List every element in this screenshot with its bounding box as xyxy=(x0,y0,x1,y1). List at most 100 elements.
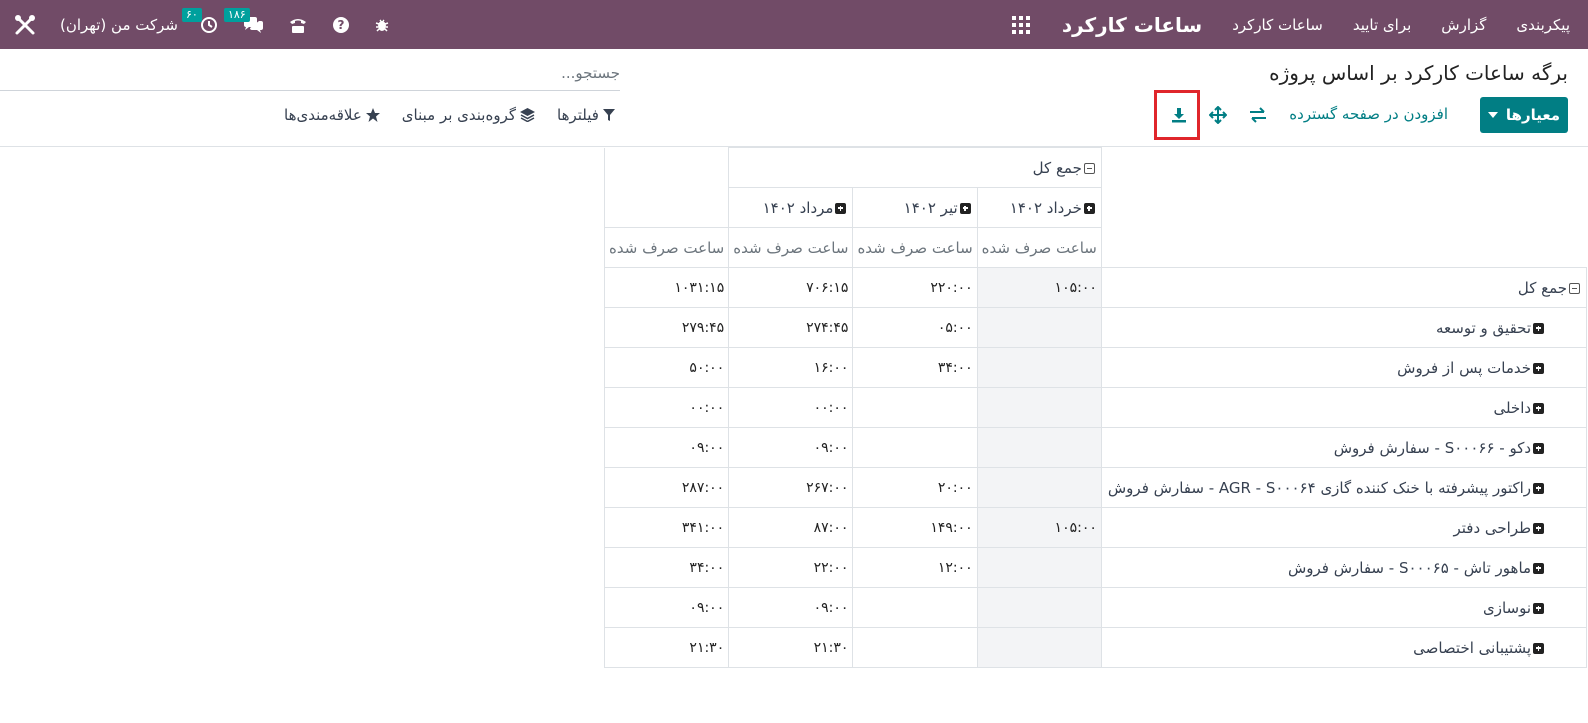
menu-reporting[interactable]: گزارش xyxy=(1441,16,1486,34)
menu-timesheets[interactable]: ساعات کارکرد xyxy=(1232,16,1323,34)
pivot-cell[interactable]: ۵۰:۰۰ xyxy=(603,347,730,388)
flip-axis-button[interactable] xyxy=(1242,99,1274,131)
col-header-month[interactable]: خرداد ۱۴۰۲ xyxy=(976,187,1102,228)
row-header[interactable]: نوسازی xyxy=(1100,587,1588,628)
exchange-icon xyxy=(1250,107,1266,123)
measure-header[interactable]: ساعت صرف شده xyxy=(976,227,1102,268)
row-header[interactable]: داخلی xyxy=(1100,387,1588,428)
row-header-total[interactable]: جمع کل xyxy=(1100,267,1588,308)
expand-icon xyxy=(1533,602,1545,614)
svg-text:?: ? xyxy=(337,18,344,32)
row-header[interactable]: تحقیق و توسعه xyxy=(1100,307,1588,348)
groupby-label: گروه‌بندی بر مبنای xyxy=(401,106,517,124)
pivot-cell[interactable] xyxy=(976,307,1102,348)
pivot-cell[interactable]: ۲۰:۰۰ xyxy=(852,467,978,508)
pivot-cell[interactable] xyxy=(976,427,1102,468)
measure-header[interactable]: ساعت صرف شده xyxy=(728,227,854,268)
measures-button[interactable]: معیارها xyxy=(1480,97,1568,133)
pivot-cell[interactable]: ۲۷۹:۴۵ xyxy=(603,307,730,348)
pivot-cell[interactable] xyxy=(852,627,978,668)
table-row: نوسازی ۰۹:۰۰ ۰۹:۰۰ xyxy=(603,587,1588,628)
filter-icon xyxy=(602,109,615,121)
menu-configuration[interactable]: پیکربندی xyxy=(1516,16,1570,34)
row-header[interactable]: خدمات پس از فروش xyxy=(1100,347,1588,388)
pivot-corner xyxy=(1100,147,1587,268)
row-label: داخلی xyxy=(1493,398,1532,417)
col-header-month[interactable]: تیر ۱۴۰۲ xyxy=(852,187,978,228)
pivot-cell[interactable] xyxy=(852,587,978,628)
pivot-cell[interactable]: ۰۹:۰۰ xyxy=(603,587,730,628)
groupby-toggle[interactable]: گروه‌بندی بر مبنای xyxy=(401,106,536,124)
pivot-cell[interactable]: ۱۶:۰۰ xyxy=(728,347,854,388)
pivot-cell[interactable]: ۲۱:۳۰ xyxy=(728,627,854,668)
pivot-cell[interactable]: ۱۴۹:۰۰ xyxy=(852,507,978,548)
pivot-cell[interactable] xyxy=(976,347,1102,388)
pivot-cell[interactable]: ۱۲:۰۰ xyxy=(852,547,978,588)
help-icon[interactable]: ? xyxy=(332,16,350,34)
expand-all-button[interactable] xyxy=(1202,99,1234,131)
pivot-cell[interactable]: ۲۸۷:۰۰ xyxy=(603,467,730,508)
row-header[interactable]: دکو - S۰۰۰۶۶ - سفارش فروش xyxy=(1100,427,1588,468)
tools-icon[interactable] xyxy=(14,14,36,36)
search-bar[interactable] xyxy=(0,55,620,91)
pivot-cell[interactable]: ۲۲۰:۰۰ xyxy=(852,267,978,308)
pivot-cell[interactable]: ۳۴:۰۰ xyxy=(603,547,730,588)
col-header-month[interactable]: مرداد ۱۴۰۲ xyxy=(728,187,854,228)
arrows-icon xyxy=(1209,106,1227,124)
expand-icon xyxy=(1533,442,1545,454)
expand-icon xyxy=(1533,522,1545,534)
filters-toggle[interactable]: فیلترها xyxy=(557,106,615,124)
pivot-cell[interactable] xyxy=(976,627,1102,668)
menu-to-validate[interactable]: برای تایید xyxy=(1353,16,1411,34)
favorites-toggle[interactable]: علاقه‌مندی‌ها xyxy=(284,106,380,124)
pivot-cell[interactable]: ۸۷:۰۰ xyxy=(728,507,854,548)
pivot-cell[interactable]: ۰۹:۰۰ xyxy=(728,587,854,628)
pivot-cell[interactable] xyxy=(852,427,978,468)
clock-icon[interactable]: ۶۰ xyxy=(181,7,218,34)
pivot-cell[interactable]: ۰۹:۰۰ xyxy=(728,427,854,468)
page-title: برگه ساعات کارکرد بر اساس پروژه xyxy=(1269,61,1568,85)
table-row: داخلی ۰۰:۰۰ ۰۰:۰۰ xyxy=(603,387,1588,428)
measure-header[interactable]: ساعت صرف شده xyxy=(852,227,978,268)
pivot-cell[interactable] xyxy=(976,587,1102,628)
insert-in-spreadsheet-button[interactable]: افزودن در صفحه گسترده xyxy=(1289,105,1448,123)
row-header[interactable]: راکتور پیشرفته با خنک کننده گازی AGR - S… xyxy=(1100,467,1588,508)
pivot-cell[interactable] xyxy=(976,467,1102,508)
pivot-cell[interactable]: ۲۱:۳۰ xyxy=(603,627,730,668)
chat-icon[interactable]: ۱۸۶ xyxy=(223,7,264,34)
pivot-cell[interactable]: ۲۲:۰۰ xyxy=(728,547,854,588)
pivot-cell[interactable]: ۲۶۷:۰۰ xyxy=(728,467,854,508)
col-header-total[interactable]: جمع کل xyxy=(728,147,1102,188)
row-header[interactable]: پشتیبانی اختصاصی xyxy=(1100,627,1588,668)
search-input[interactable] xyxy=(0,55,620,90)
expand-icon xyxy=(1533,362,1545,374)
pivot-cell[interactable] xyxy=(976,547,1102,588)
search-options: فیلترها گروه‌بندی بر مبنای علاقه‌مندی‌ها xyxy=(262,106,615,124)
filters-label: فیلترها xyxy=(557,106,599,124)
pivot-cell[interactable]: ۰۰:۰۰ xyxy=(603,387,730,428)
pivot-cell[interactable]: ۳۴:۰۰ xyxy=(852,347,978,388)
pivot-cell[interactable]: ۰۹:۰۰ xyxy=(603,427,730,468)
pivot-cell[interactable]: ۷۰۶:۱۵ xyxy=(728,267,854,308)
app-name[interactable]: ساعات کارکرد xyxy=(1062,13,1202,37)
row-header[interactable]: طراحی دفتر xyxy=(1100,507,1588,548)
table-row: ماهور تاش - S۰۰۰۶۵ - سفارش فروش ۱۲:۰۰ ۲۲… xyxy=(603,547,1588,588)
pivot-cell[interactable]: ۰۰:۰۰ xyxy=(728,387,854,428)
measure-header[interactable]: ساعت صرف شده xyxy=(603,227,730,268)
pivot-cell[interactable]: ۱۰۵:۰۰ xyxy=(976,267,1102,308)
pivot-cell[interactable] xyxy=(852,387,978,428)
pivot-cell[interactable]: ۱۰۳۱:۱۵ xyxy=(603,267,730,308)
apps-icon[interactable] xyxy=(1011,15,1030,34)
phone-icon[interactable] xyxy=(288,16,308,34)
pivot-cell[interactable]: ۰۵:۰۰ xyxy=(852,307,978,348)
pivot-cell[interactable]: ۲۷۴:۴۵ xyxy=(728,307,854,348)
pivot-cell[interactable]: ۳۴۱:۰۰ xyxy=(603,507,730,548)
bug-icon[interactable] xyxy=(374,17,390,33)
row-header[interactable]: ماهور تاش - S۰۰۰۶۵ - سفارش فروش xyxy=(1100,547,1588,588)
pivot-cell[interactable]: ۱۰۵:۰۰ xyxy=(976,507,1102,548)
navbar-systray: شرکت من (تهران) ۶۰ ۱۸۶ ? xyxy=(14,0,414,49)
expand-icon xyxy=(1533,322,1545,334)
pivot-cell[interactable] xyxy=(976,387,1102,428)
company-switcher[interactable]: شرکت من (تهران) xyxy=(60,16,178,34)
month-label: مرداد ۱۴۰۲ xyxy=(762,198,834,217)
